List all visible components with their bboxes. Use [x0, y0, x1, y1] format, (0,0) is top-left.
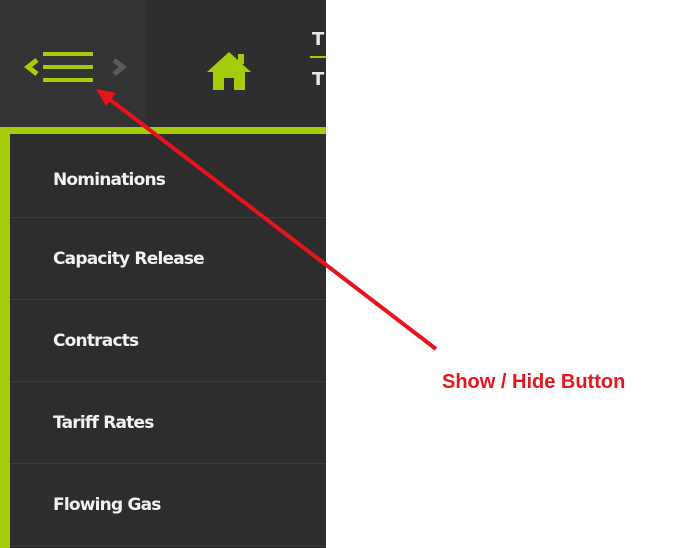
sidebar-item-nominations[interactable]: Nominations	[10, 134, 326, 218]
top-tab[interactable]: T	[310, 30, 326, 58]
sidebar-accent-border	[0, 127, 10, 548]
home-button[interactable]	[205, 50, 253, 92]
app-window: T T Nominations Capacity Release Contrac…	[0, 0, 326, 548]
home-icon	[207, 52, 251, 90]
menu-chevrons-icon	[24, 52, 128, 82]
sidebar-item-tariff-rates[interactable]: Tariff Rates	[10, 382, 326, 464]
top-tab[interactable]: T	[310, 70, 326, 90]
sidebar-accent-bar	[0, 127, 326, 134]
annotation-label: Show / Hide Button	[442, 371, 626, 393]
show-hide-sidebar-button[interactable]	[0, 0, 147, 127]
sidebar-item-flowing-gas[interactable]: Flowing Gas	[10, 464, 326, 546]
sidebar-item-contracts[interactable]: Contracts	[10, 300, 326, 382]
sidebar-item-capacity-release[interactable]: Capacity Release	[10, 218, 326, 300]
top-bar: T T	[0, 0, 326, 127]
top-tabs: T T	[310, 30, 326, 100]
sidebar-menu: Nominations Capacity Release Contracts T…	[10, 134, 326, 546]
